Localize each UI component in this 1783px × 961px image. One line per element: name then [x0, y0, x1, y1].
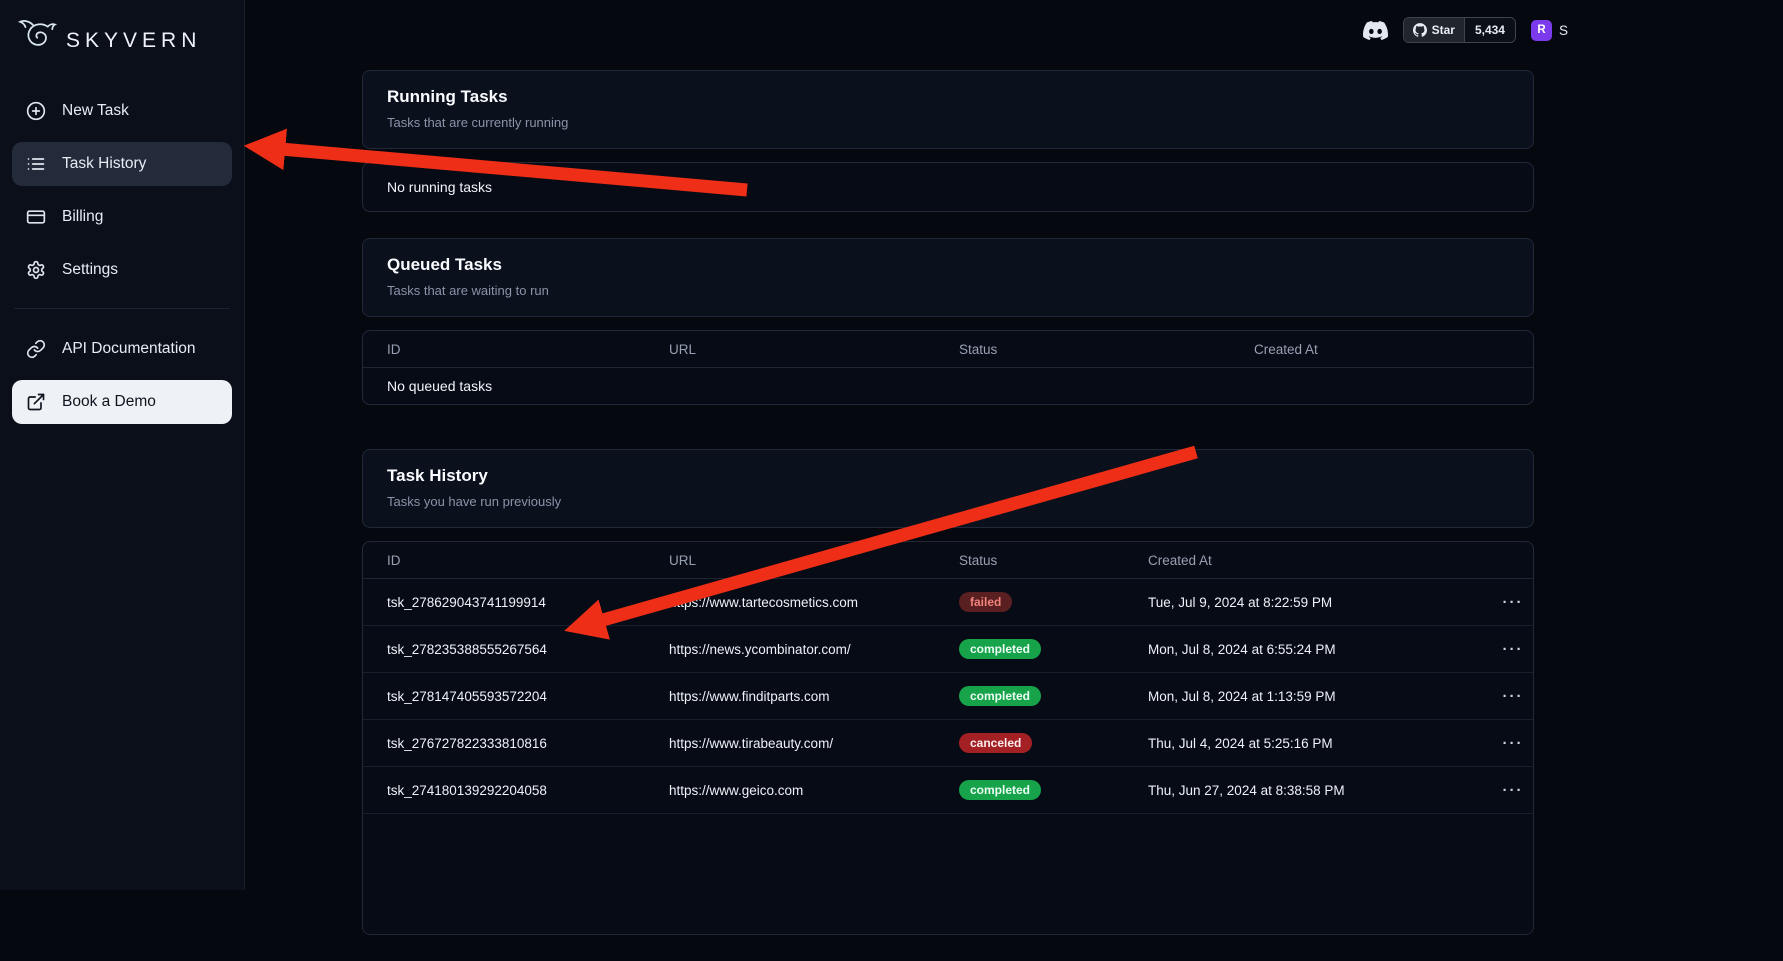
credit-card-icon [26, 207, 46, 227]
running-tasks-card: Running Tasks Tasks that are currently r… [362, 70, 1534, 212]
status-badge: failed [959, 592, 1012, 612]
table-row[interactable]: tsk_274180139292204058 https://www.geico… [363, 767, 1533, 814]
user-name: S [1559, 23, 1568, 38]
task-url: https://www.finditparts.com [653, 689, 943, 704]
task-history-card: Task History Tasks you have run previous… [362, 449, 1534, 935]
github-icon [1413, 23, 1427, 37]
status-badge: completed [959, 780, 1041, 800]
running-tasks-empty: No running tasks [362, 162, 1534, 212]
task-url: https://news.ycombinator.com/ [653, 642, 943, 657]
row-actions-menu-icon[interactable]: ··· [1503, 689, 1524, 704]
github-star-button[interactable]: Star 5,434 [1403, 17, 1516, 43]
card-title: Running Tasks [387, 87, 1509, 107]
column-header-url: URL [653, 342, 943, 357]
github-star-count: 5,434 [1464, 18, 1515, 42]
sidebar-item-api-documentation[interactable]: API Documentation [12, 327, 232, 371]
table-overflow-area [363, 814, 1533, 934]
sidebar-item-label: New Task [62, 102, 129, 120]
card-subtitle: Tasks that are waiting to run [387, 283, 1509, 298]
discord-icon[interactable] [1363, 18, 1388, 43]
queued-tasks-empty: No queued tasks [363, 368, 1533, 404]
row-actions-menu-icon[interactable]: ··· [1503, 642, 1524, 657]
queued-tasks-table: ID URL Status Created At No queued tasks [362, 330, 1534, 405]
task-history-header: Task History Tasks you have run previous… [362, 449, 1534, 528]
sidebar-item-label: Book a Demo [62, 393, 156, 411]
task-url: https://www.tirabeauty.com/ [653, 736, 943, 751]
task-created-at: Mon, Jul 8, 2024 at 1:13:59 PM [1132, 689, 1477, 704]
task-id: tsk_278629043741199914 [363, 595, 653, 610]
column-header-created-at: Created At [1132, 553, 1477, 568]
sidebar-item-label: Billing [62, 208, 103, 226]
sidebar-item-settings[interactable]: Settings [12, 248, 232, 292]
column-header-url: URL [653, 553, 943, 568]
card-title: Task History [387, 466, 1509, 486]
status-badge: completed [959, 639, 1041, 659]
column-header-status: Status [943, 553, 1132, 568]
column-header-id: ID [363, 342, 653, 357]
sidebar-divider [14, 308, 230, 309]
task-id: tsk_278147405593572204 [363, 689, 653, 704]
row-actions-menu-icon[interactable]: ··· [1503, 595, 1524, 610]
user-menu[interactable]: R S [1531, 20, 1568, 41]
task-history-table: ID URL Status Created At tsk_27862904374… [362, 541, 1534, 935]
table-row[interactable]: tsk_276727822333810816 https://www.tirab… [363, 720, 1533, 767]
queued-tasks-header: Queued Tasks Tasks that are waiting to r… [362, 238, 1534, 317]
external-link-icon [26, 392, 46, 412]
brand[interactable]: SKYVERN [12, 10, 232, 89]
row-actions-menu-icon[interactable]: ··· [1503, 736, 1524, 751]
card-subtitle: Tasks you have run previously [387, 494, 1509, 509]
sidebar-nav: New Task Task History Billing Settings A… [12, 89, 232, 424]
gear-icon [26, 260, 46, 280]
card-subtitle: Tasks that are currently running [387, 115, 1509, 130]
sidebar-item-label: Settings [62, 261, 118, 279]
brand-name: SKYVERN [66, 29, 201, 53]
status-badge: completed [959, 686, 1041, 706]
sidebar-item-label: Task History [62, 155, 146, 173]
github-star-label: Star [1432, 23, 1455, 37]
task-created-at: Tue, Jul 9, 2024 at 8:22:59 PM [1132, 595, 1477, 610]
table-row[interactable]: tsk_278235388555267564 https://news.ycom… [363, 626, 1533, 673]
sidebar-item-label: API Documentation [62, 340, 196, 358]
task-created-at: Thu, Jun 27, 2024 at 8:38:58 PM [1132, 783, 1477, 798]
sidebar: SKYVERN New Task Task History Billing Se… [0, 0, 245, 890]
task-url: https://www.geico.com [653, 783, 943, 798]
column-header-status: Status [943, 342, 1238, 357]
plus-circle-icon [26, 101, 46, 121]
skyvern-logo-icon [18, 16, 60, 65]
link-icon [26, 339, 46, 359]
column-header-created-at: Created At [1238, 342, 1533, 357]
sidebar-item-book-a-demo[interactable]: Book a Demo [12, 380, 232, 424]
table-row[interactable]: tsk_278629043741199914 https://www.tarte… [363, 579, 1533, 626]
table-row[interactable]: tsk_278147405593572204 https://www.findi… [363, 673, 1533, 720]
task-id: tsk_274180139292204058 [363, 783, 653, 798]
topbar: Star 5,434 R S [1363, 17, 1568, 43]
column-header-id: ID [363, 553, 653, 568]
sidebar-item-billing[interactable]: Billing [12, 195, 232, 239]
queued-tasks-card: Queued Tasks Tasks that are waiting to r… [362, 238, 1534, 405]
card-title: Queued Tasks [387, 255, 1509, 275]
task-created-at: Mon, Jul 8, 2024 at 6:55:24 PM [1132, 642, 1477, 657]
running-tasks-header: Running Tasks Tasks that are currently r… [362, 70, 1534, 149]
sidebar-item-task-history[interactable]: Task History [12, 142, 232, 186]
avatar: R [1531, 20, 1552, 41]
sidebar-item-new-task[interactable]: New Task [12, 89, 232, 133]
main-content: Running Tasks Tasks that are currently r… [362, 70, 1534, 961]
list-icon [26, 154, 46, 174]
task-id: tsk_278235388555267564 [363, 642, 653, 657]
row-actions-menu-icon[interactable]: ··· [1503, 783, 1524, 798]
task-created-at: Thu, Jul 4, 2024 at 5:25:16 PM [1132, 736, 1477, 751]
table-header-row: ID URL Status Created At [363, 331, 1533, 368]
task-id: tsk_276727822333810816 [363, 736, 653, 751]
task-url: https://www.tartecosmetics.com [653, 595, 943, 610]
table-header-row: ID URL Status Created At [363, 542, 1533, 579]
status-badge: canceled [959, 733, 1032, 753]
